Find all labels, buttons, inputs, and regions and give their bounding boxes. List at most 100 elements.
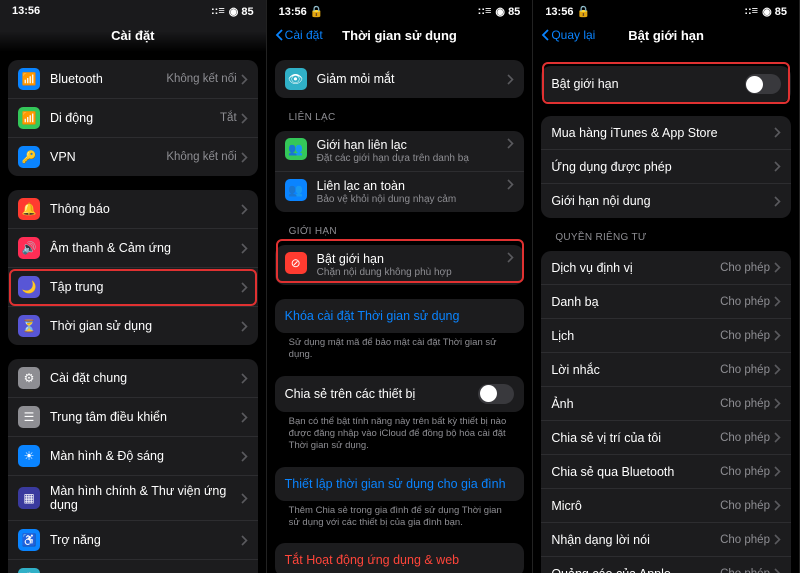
chevron-right-icon — [774, 330, 781, 341]
row-label: Bật giới hạn — [317, 252, 508, 266]
row-icon: 📶 — [18, 107, 40, 129]
row-label: Trợ năng — [50, 533, 241, 547]
settings-row[interactable]: ẢnhCho phép — [541, 387, 791, 421]
row-turn-off[interactable]: Tắt Hoạt động ứng dụng & web — [275, 543, 525, 573]
settings-row[interactable]: Chia sẻ qua BluetoothCho phép — [541, 455, 791, 489]
row-label: Ứng dụng được phép — [551, 160, 774, 174]
settings-row[interactable]: Nhận dạng lời nóiCho phép — [541, 523, 791, 557]
row-icon: ☰ — [18, 406, 40, 428]
toggle-restrictions[interactable] — [745, 74, 781, 94]
row-icon: 📶 — [18, 68, 40, 90]
row-icon: 👥 — [285, 179, 307, 201]
row-enable-toggle[interactable]: Bật giới hạn — [541, 66, 791, 102]
settings-row[interactable]: 👥Liên lạc an toànBảo vệ khỏi nội dung nh… — [275, 172, 525, 212]
link-label: Tắt Hoạt động ứng dụng & web — [285, 553, 459, 567]
header: Quay lại Bật giới hạn — [533, 18, 799, 52]
row-value: Cho phép — [720, 398, 770, 410]
row-label: Cài đặt chung — [50, 371, 241, 385]
settings-row[interactable]: Quảng cáo của AppleCho phép — [541, 557, 791, 573]
link-label: Thiết lập thời gian sử dụng cho gia đình — [285, 477, 506, 491]
page-title: Cài đặt — [111, 28, 154, 43]
row-label: Dịch vụ định vị — [551, 261, 720, 275]
chevron-right-icon — [774, 196, 781, 207]
page-title: Bật giới hạn — [628, 28, 704, 43]
settings-row[interactable]: ☀Màn hình & Độ sáng — [8, 437, 258, 476]
section-label: GIỚI HẠN — [289, 226, 525, 237]
settings-row[interactable]: ☰Trung tâm điều khiển — [8, 398, 258, 437]
row-label: Thời gian sử dụng — [50, 319, 241, 333]
row-label: Bluetooth — [50, 72, 166, 86]
chevron-right-icon — [241, 373, 248, 384]
row-label: Liên lạc an toàn — [317, 179, 508, 193]
content: 👁 Giảm mỏi mắt LIÊN LẠC 👥Giới hạn liên l… — [267, 52, 533, 573]
chevron-right-icon — [774, 398, 781, 409]
chevron-right-icon — [241, 493, 248, 504]
row-icon: ☀ — [18, 445, 40, 467]
row-lock-settings[interactable]: Khóa cài đặt Thời gian sử dụng — [275, 299, 525, 333]
chevron-right-icon — [241, 152, 248, 163]
header: Cài đặt Thời gian sử dụng — [267, 18, 533, 52]
chevron-right-icon — [507, 179, 514, 190]
link-label: Khóa cài đặt Thời gian sử dụng — [285, 309, 460, 323]
row-enable-restrictions[interactable]: ⊘ Bật giới hạn Chặn nội dung không phù h… — [275, 245, 525, 285]
eye-icon: 👁 — [285, 68, 307, 90]
settings-row[interactable]: 👥Giới hạn liên lạcĐặt các giới hạn dựa t… — [275, 131, 525, 172]
chevron-right-icon — [241, 321, 248, 332]
settings-row[interactable]: Danh bạCho phép — [541, 285, 791, 319]
row-family-setup[interactable]: Thiết lập thời gian sử dụng cho gia đình — [275, 467, 525, 501]
chevron-right-icon — [241, 282, 248, 293]
settings-row[interactable]: Chia sẻ vị trí của tôiCho phép — [541, 421, 791, 455]
settings-row[interactable]: MicrôCho phép — [541, 489, 791, 523]
row-value: Cho phép — [720, 432, 770, 444]
row-label: Lời nhắc — [551, 363, 720, 377]
settings-row[interactable]: 📶BluetoothKhông kết nối — [8, 60, 258, 99]
settings-row[interactable]: ⏳Thời gian sử dụng — [8, 307, 258, 345]
nosign-icon: ⊘ — [285, 252, 307, 274]
toggle-share[interactable] — [478, 384, 514, 404]
status-right: ::≡ ◉ 85 — [478, 5, 521, 18]
settings-row[interactable]: Giới hạn nội dung — [541, 184, 791, 218]
row-value: Cho phép — [720, 466, 770, 478]
status-bar: 13:56 ::≡ ◉ 85 — [0, 0, 266, 18]
settings-row[interactable]: ▦Màn hình chính & Thư viện ứng dụng — [8, 476, 258, 521]
settings-row[interactable]: ⚙Cài đặt chung — [8, 359, 258, 398]
row-sub: Đặt các giới hạn dựa trên danh bạ — [317, 153, 508, 164]
settings-row[interactable]: Mua hàng iTunes & App Store — [541, 116, 791, 150]
chevron-right-icon — [774, 364, 781, 375]
signal-icon: ::≡ — [478, 5, 492, 17]
settings-row[interactable]: 🔊Âm thanh & Cảm ứng — [8, 229, 258, 268]
row-icon: 🌙 — [18, 276, 40, 298]
status-time: 13:56 — [12, 5, 40, 17]
row-value: Cho phép — [720, 262, 770, 274]
section-label: QUYỀN RIÊNG TƯ — [555, 232, 791, 243]
phone-screentime: 13:56 🔒 ::≡ ◉ 85 Cài đặt Thời gian sử dụ… — [267, 0, 534, 573]
settings-row[interactable]: 🔔Thông báo — [8, 190, 258, 229]
section-label: LIÊN LẠC — [289, 112, 525, 123]
settings-row[interactable]: LịchCho phép — [541, 319, 791, 353]
row-icon: 🔔 — [18, 198, 40, 220]
row-eye-comfort[interactable]: 👁 Giảm mỏi mắt — [275, 60, 525, 98]
chevron-right-icon — [241, 204, 248, 215]
settings-row[interactable]: Ứng dụng được phép — [541, 150, 791, 184]
settings-row[interactable]: 🔑VPNKhông kết nối — [8, 138, 258, 176]
settings-row[interactable]: Dịch vụ định vịCho phép — [541, 251, 791, 285]
row-sub: Chặn nội dung không phù hợp — [317, 267, 508, 278]
signal-icon: ::≡ — [744, 5, 758, 17]
settings-row[interactable]: Lời nhắcCho phép — [541, 353, 791, 387]
settings-row[interactable]: 🌙Tập trung — [8, 268, 258, 307]
chevron-right-icon — [507, 74, 514, 85]
back-button[interactable]: Cài đặt — [275, 28, 323, 42]
row-share-devices[interactable]: Chia sẻ trên các thiết bị — [275, 376, 525, 412]
row-label: Di động — [50, 111, 220, 125]
row-label: Mua hàng iTunes & App Store — [551, 126, 774, 140]
footnote: Bạn có thể bật tính năng này trên bất kỳ… — [275, 412, 525, 453]
battery-icon: ◉ 85 — [229, 5, 254, 18]
back-button[interactable]: Quay lại — [541, 28, 595, 42]
row-icon: ♿ — [18, 529, 40, 551]
row-value: Cho phép — [720, 330, 770, 342]
settings-row[interactable]: 🌸Hình nền — [8, 560, 258, 573]
row-label: Giới hạn liên lạc — [317, 138, 508, 152]
settings-row[interactable]: ♿ Trợ năng — [8, 521, 258, 560]
status-bar: 13:56 🔒 ::≡ ◉ 85 — [267, 0, 533, 18]
settings-row[interactable]: 📶Di độngTắt — [8, 99, 258, 138]
